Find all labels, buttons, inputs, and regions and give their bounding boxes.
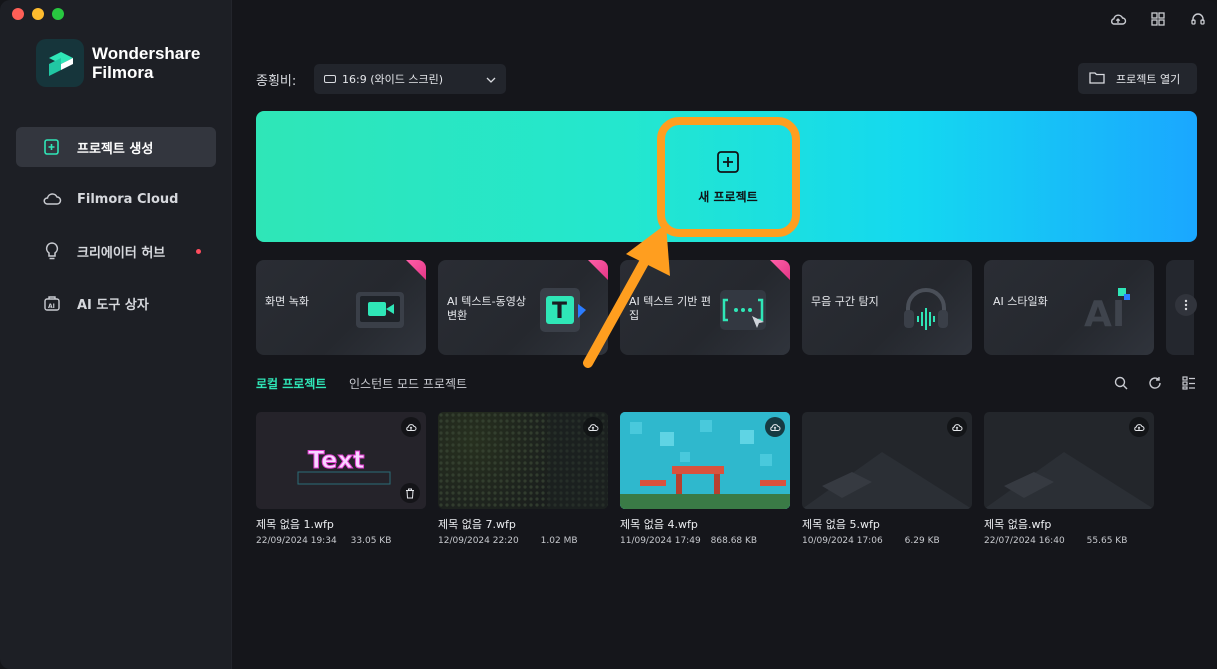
sidebar-item-label: 크리에이터 허브 [77, 245, 166, 261]
tool-card-screen-record[interactable]: 화면 녹화 [256, 260, 426, 355]
cloud-upload-icon[interactable] [765, 417, 785, 437]
project-thumbnail [620, 412, 790, 509]
project-size: 1.02 MB [540, 536, 578, 546]
ai-toolbox-icon: AI [42, 293, 62, 313]
project-meta: 12/09/2024 22:20 1.02 MB [438, 536, 608, 546]
project-card[interactable]: 제목 없음 7.wfp 12/09/2024 22:20 1.02 MB [438, 412, 608, 546]
sidebar-item-create-project[interactable]: 프로젝트 생성 [16, 127, 216, 167]
cloud-upload-icon[interactable] [401, 417, 421, 437]
cloud-upload-icon[interactable] [1129, 417, 1149, 437]
search-icon[interactable] [1113, 375, 1129, 391]
cloud-icon [42, 189, 62, 209]
project-name: 제목 없음 7.wfp [438, 518, 516, 531]
aspect-ratio-icon [324, 75, 336, 83]
project-meta: 10/09/2024 17:06 6.29 KB [802, 536, 972, 546]
brand-name-line2: Filmora [92, 63, 154, 82]
tool-card-ai-stylize[interactable]: AI 스타일화 AI [984, 260, 1154, 355]
top-toolbar [1109, 10, 1207, 28]
project-size: 55.65 KB [1086, 536, 1128, 546]
project-date: 12/09/2024 22:20 [438, 536, 519, 546]
tab-instant-projects[interactable]: 인스턴트 모드 프로젝트 [349, 375, 467, 392]
project-card[interactable]: 제목 없음 4.wfp 11/09/2024 17:49 868.68 KB [620, 412, 790, 546]
project-size: 33.05 KB [350, 536, 392, 546]
cloud-upload-icon[interactable] [583, 417, 603, 437]
new-badge [770, 260, 790, 280]
project-name: 제목 없음 5.wfp [802, 518, 880, 531]
tool-label: 화면 녹화 [265, 295, 309, 308]
project-size: 6.29 KB [904, 536, 940, 546]
tool-label: 무음 구간 탐지 [811, 295, 879, 308]
aspect-ratio-select[interactable]: 16:9 (와이드 스크린) [314, 64, 506, 94]
window-controls [12, 8, 64, 20]
tool-cards: 화면 녹화 AI 텍스트-동영상 변환 T AI 텍스트 기반 편집 무음 구간… [256, 260, 1194, 355]
trash-icon[interactable] [400, 483, 420, 503]
brand-name-line1: Wondershare [92, 44, 201, 63]
project-name: 제목 없음 4.wfp [620, 518, 698, 531]
app-window: Wondershare Filmora 프로젝트 생성 Filmora Clou… [0, 0, 1217, 669]
tool-label: AI 텍스트-동영상 변환 [447, 295, 526, 322]
lightbulb-icon [42, 241, 62, 261]
project-list-tools [1113, 375, 1197, 391]
grid-apps-icon[interactable] [1149, 10, 1167, 28]
chevron-down-icon [486, 73, 496, 86]
notification-dot [196, 249, 201, 254]
annotation-arrow [583, 224, 670, 368]
project-card[interactable]: 제목 없음 5.wfp 10/09/2024 17:06 6.29 KB [802, 412, 972, 546]
list-view-icon[interactable] [1181, 375, 1197, 391]
svg-text:AI: AI [1084, 294, 1125, 335]
sidebar-nav: 프로젝트 생성 Filmora Cloud 크리에이터 허브 AI AI 도구 [16, 127, 216, 335]
project-date: 22/07/2024 16:40 [984, 536, 1065, 546]
project-list: Text 제목 없음 1.wfp 22/09/2024 19:34 33.05 … [256, 412, 1154, 546]
brand: Wondershare Filmora [36, 39, 200, 87]
tool-label: AI 스타일화 [993, 295, 1048, 308]
cloud-upload-icon[interactable] [947, 417, 967, 437]
project-name: 제목 없음 1.wfp [256, 518, 334, 531]
project-meta: 22/07/2024 16:40 55.65 KB [984, 536, 1154, 546]
open-project-button[interactable]: 프로젝트 열기 [1078, 63, 1197, 94]
ai-stylize-icon: AI [1078, 278, 1138, 338]
sidebar-item-label: AI 도구 상자 [77, 297, 149, 313]
aspect-ratio-label: 종횡비: [256, 74, 297, 89]
open-project-label: 프로젝트 열기 [1116, 72, 1181, 86]
headset-icon[interactable] [1189, 10, 1207, 28]
tool-card-silence-detect[interactable]: 무음 구간 탐지 [802, 260, 972, 355]
sidebar-item-label: Filmora Cloud [77, 191, 179, 207]
sidebar-item-creator-hub[interactable]: 크리에이터 허브 [16, 231, 216, 271]
sidebar-item-label: 프로젝트 생성 [77, 141, 154, 157]
new-project-icon [42, 137, 62, 157]
refresh-icon[interactable] [1147, 375, 1163, 391]
project-thumbnail [984, 412, 1154, 509]
project-date: 10/09/2024 17:06 [802, 536, 883, 546]
zoom-window-button[interactable] [52, 8, 64, 20]
more-tools-button[interactable] [1175, 294, 1197, 316]
project-size: 868.68 KB [710, 536, 758, 546]
svg-text:T: T [552, 299, 567, 324]
project-meta: 22/09/2024 19:34 33.05 KB [256, 536, 426, 546]
project-thumbnail: Text [256, 412, 426, 509]
silence-detect-icon [896, 278, 956, 338]
project-meta: 11/09/2024 17:49 868.68 KB [620, 536, 790, 546]
project-thumbnail [438, 412, 608, 509]
project-card[interactable]: 제목 없음.wfp 22/07/2024 16:40 55.65 KB [984, 412, 1154, 546]
close-window-button[interactable] [12, 8, 24, 20]
text-edit-icon [714, 278, 774, 338]
sidebar-item-ai-toolbox[interactable]: AI AI 도구 상자 [16, 283, 216, 323]
project-card[interactable]: Text 제목 없음 1.wfp 22/09/2024 19:34 33.05 … [256, 412, 426, 546]
project-thumbnail [802, 412, 972, 509]
tab-local-projects[interactable]: 로컬 프로젝트 [256, 375, 326, 392]
new-badge [406, 260, 426, 280]
screen-record-icon [350, 278, 410, 338]
thumb-text: Text [308, 446, 364, 474]
project-name: 제목 없음.wfp [984, 518, 1052, 531]
aspect-ratio-value: 16:9 (와이드 스크린) [342, 73, 443, 86]
sidebar-item-filmora-cloud[interactable]: Filmora Cloud [16, 179, 216, 219]
minimize-window-button[interactable] [32, 8, 44, 20]
svg-text:AI: AI [48, 303, 55, 310]
project-date: 11/09/2024 17:49 [620, 536, 701, 546]
cloud-upload-icon[interactable] [1109, 10, 1127, 28]
folder-icon [1089, 71, 1105, 87]
filmora-logo-icon [36, 39, 84, 87]
project-date: 22/09/2024 19:34 [256, 536, 337, 546]
sidebar: Wondershare Filmora 프로젝트 생성 Filmora Clou… [0, 0, 232, 669]
